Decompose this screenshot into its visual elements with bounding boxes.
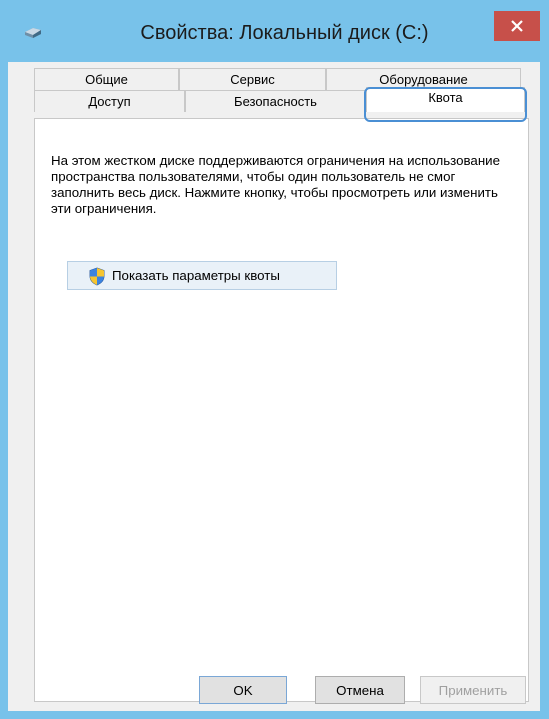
quota-tab-panel: На этом жестком диске поддерживаются огр… <box>34 118 529 702</box>
cancel-button[interactable]: Отмена <box>315 676 405 704</box>
properties-window: Свойства: Локальный диск (C:) Общие Серв… <box>0 0 549 719</box>
show-quota-settings-button[interactable]: Показать параметры квоты <box>67 261 337 290</box>
tab-focus-ring <box>364 87 527 122</box>
tab-tools[interactable]: Сервис <box>179 68 326 90</box>
ok-button[interactable]: OK <box>199 676 287 704</box>
close-button[interactable] <box>494 11 540 41</box>
apply-button[interactable]: Применить <box>420 676 526 704</box>
quota-description: На этом жестком диске поддерживаются огр… <box>51 153 500 216</box>
show-quota-settings-label: Показать параметры квоты <box>112 268 280 283</box>
title-bar[interactable]: Свойства: Локальный диск (C:) <box>0 0 549 62</box>
window-title: Свойства: Локальный диск (C:) <box>140 22 429 44</box>
uac-shield-icon <box>89 267 105 286</box>
tab-security[interactable]: Безопасность <box>185 90 366 112</box>
tab-sharing[interactable]: Доступ <box>34 90 185 112</box>
tab-general[interactable]: Общие <box>34 68 179 90</box>
close-icon <box>511 20 523 32</box>
dialog-client-area: Общие Сервис Оборудование Доступ Безопас… <box>8 62 540 711</box>
